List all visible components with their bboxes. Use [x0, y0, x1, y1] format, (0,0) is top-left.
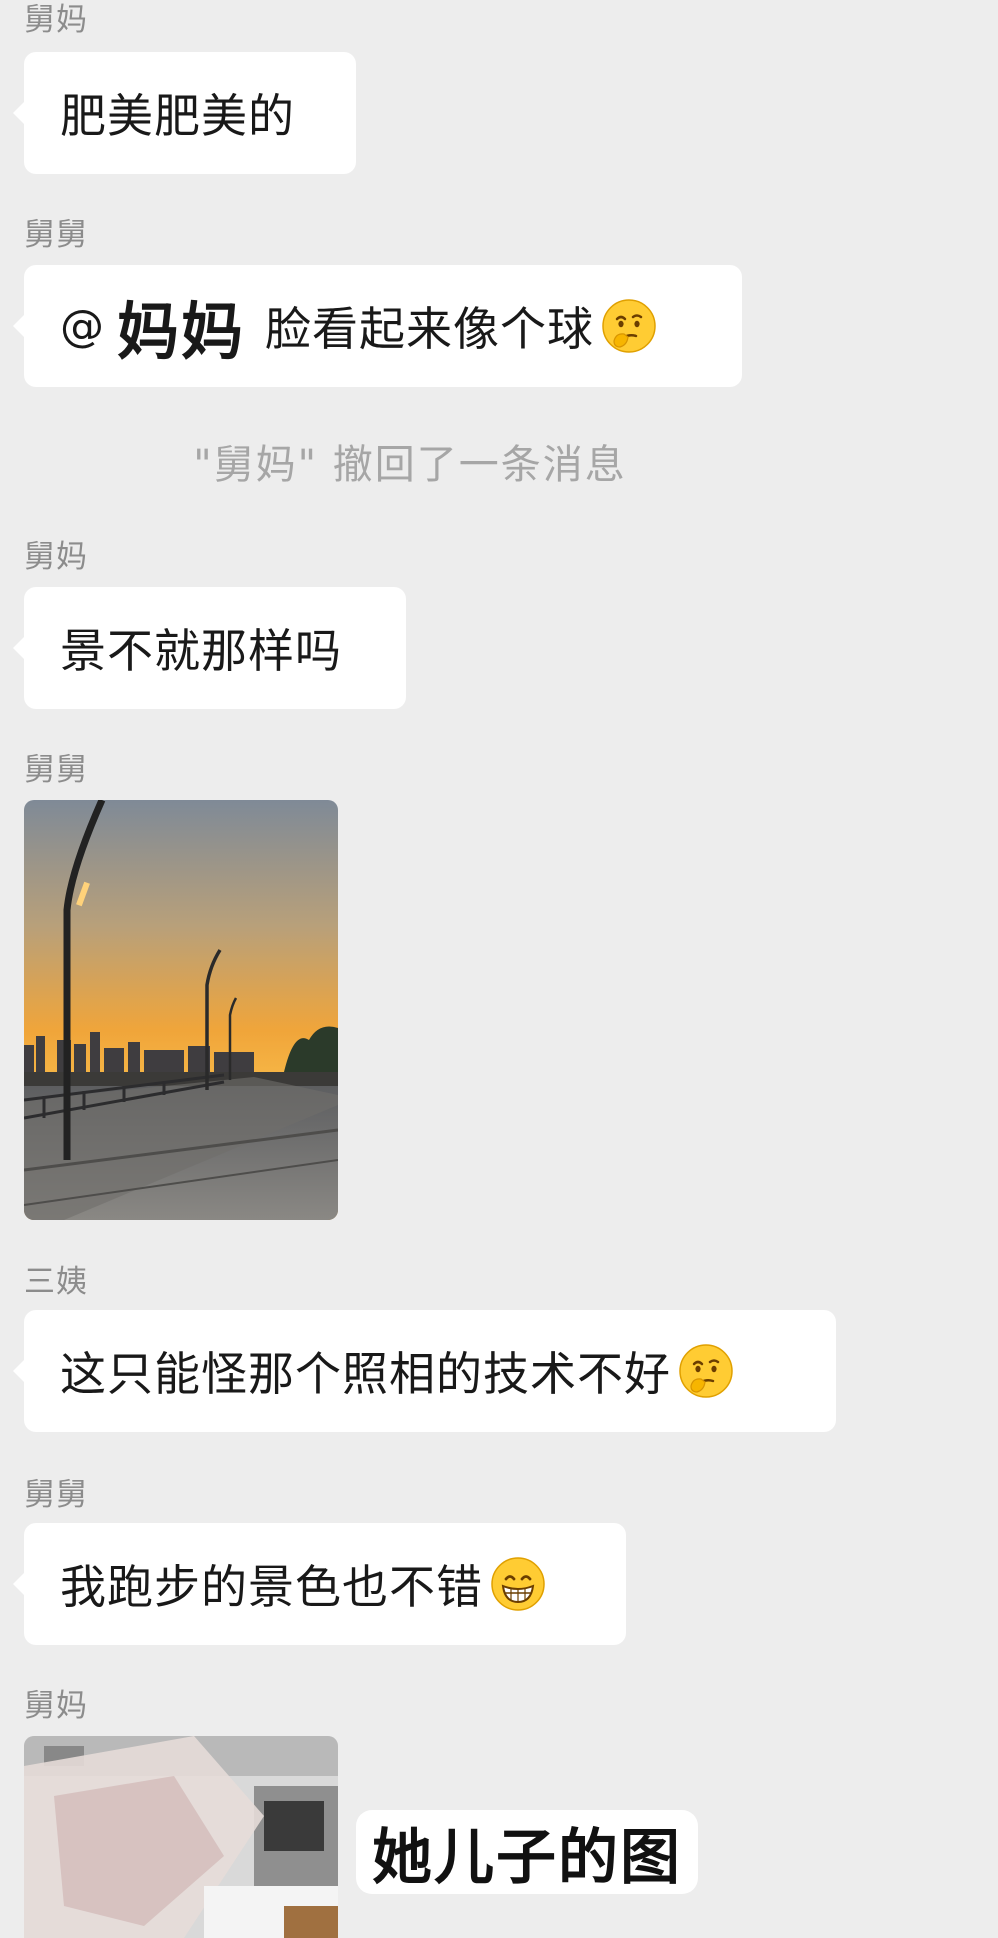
mention-at-symbol: @ [60, 300, 105, 352]
sender-name: 舅舅 [24, 752, 88, 788]
message-bubble[interactable]: @ 妈妈 脸看起来像个球 [13, 265, 742, 387]
recall-notice: "舅妈" 撤回了一条消息 [193, 442, 627, 488]
sender-name: 舅妈 [24, 2, 88, 38]
sender-name: 三姨 [24, 1264, 88, 1300]
message-bubble[interactable]: 肥美肥美的 [13, 52, 356, 174]
sunset-walkway-photo[interactable] [24, 800, 338, 1220]
sender-name: 舅妈 [24, 1688, 88, 1724]
blurred-interior-photo[interactable] [24, 1736, 338, 1938]
sender-name: 舅舅 [24, 1477, 88, 1513]
message-text: 我跑步的景色也不错 [60, 1560, 483, 1614]
thinking-face-emoji-icon [600, 297, 658, 355]
sender-name: 舅妈 [24, 539, 88, 575]
message-text: 景不就那样吗 [60, 624, 342, 678]
message-bubble[interactable]: 我跑步的景色也不错 [13, 1523, 626, 1645]
photo-caption: 她儿子的图 [356, 1810, 698, 1894]
message-bubble[interactable]: 这只能怪那个照相的技术不好 [13, 1310, 836, 1432]
chat-message-list: 舅妈 肥美肥美的 舅舅 @ 妈妈 脸看起来像个球 "舅妈" 撤回了一条消息 舅妈… [0, 0, 998, 1938]
mention-name[interactable]: 妈妈 [117, 281, 245, 371]
message-text: 这只能怪那个照相的技术不好 [60, 1347, 671, 1401]
sender-name: 舅舅 [24, 217, 88, 253]
message-bubble[interactable]: 景不就那样吗 [13, 587, 406, 709]
message-text: 肥美肥美的 [60, 89, 295, 143]
message-text: 脸看起来像个球 [265, 302, 595, 356]
thinking-face-emoji-icon [677, 1342, 735, 1400]
grinning-face-emoji-icon [489, 1555, 547, 1613]
